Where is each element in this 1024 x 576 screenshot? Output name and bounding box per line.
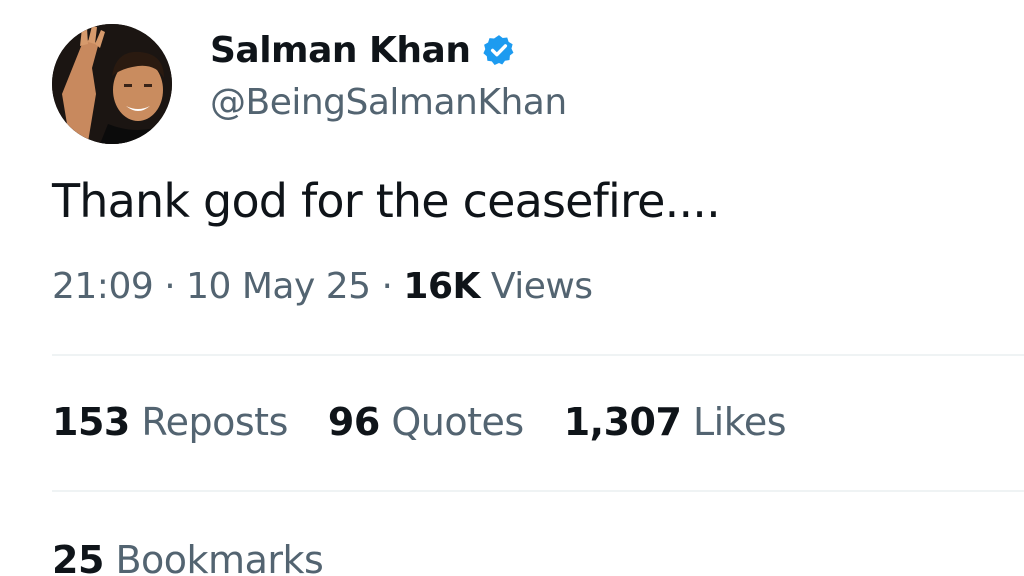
quotes-label: Quotes <box>391 400 524 444</box>
bookmarks-label: Bookmarks <box>115 538 324 576</box>
bookmarks-count: 25 <box>52 538 104 576</box>
likes-label: Likes <box>692 400 787 444</box>
meta-separator: · <box>381 266 393 307</box>
tweet-card: Salman Khan @BeingSalmanKhan Thank god f… <box>0 0 1024 576</box>
quotes-stat[interactable]: 96 Quotes <box>328 400 524 444</box>
divider <box>52 490 1024 492</box>
tweet-date[interactable]: 10 May 25 <box>186 266 371 307</box>
author-name-row: Salman Khan <box>210 26 516 74</box>
author-handle[interactable]: @BeingSalmanKhan <box>210 82 567 123</box>
author-display-name[interactable]: Salman Khan <box>210 30 471 71</box>
reposts-stat[interactable]: 153 Reposts <box>52 400 288 444</box>
views-count: 16K <box>403 266 480 307</box>
avatar[interactable] <box>52 24 172 144</box>
views-label: Views <box>490 266 593 307</box>
tweet-text: Thank god for the ceasefire.... <box>52 174 721 228</box>
engagement-stats: 153 Reposts 96 Quotes 1,307 Likes <box>52 400 787 444</box>
tweet-meta: 21:09 · 10 May 25 · 16K Views <box>52 266 593 307</box>
tweet-time[interactable]: 21:09 <box>52 266 154 307</box>
quotes-count: 96 <box>327 400 380 444</box>
verified-badge-icon <box>482 33 516 67</box>
likes-stat[interactable]: 1,307 Likes <box>563 400 787 444</box>
avatar-image <box>52 24 172 144</box>
meta-separator: · <box>164 266 176 307</box>
divider <box>52 354 1024 356</box>
reposts-label: Reposts <box>141 400 288 444</box>
bookmarks-stat[interactable]: 25 Bookmarks <box>52 538 324 576</box>
likes-count: 1,307 <box>563 400 682 444</box>
reposts-count: 153 <box>52 400 130 444</box>
